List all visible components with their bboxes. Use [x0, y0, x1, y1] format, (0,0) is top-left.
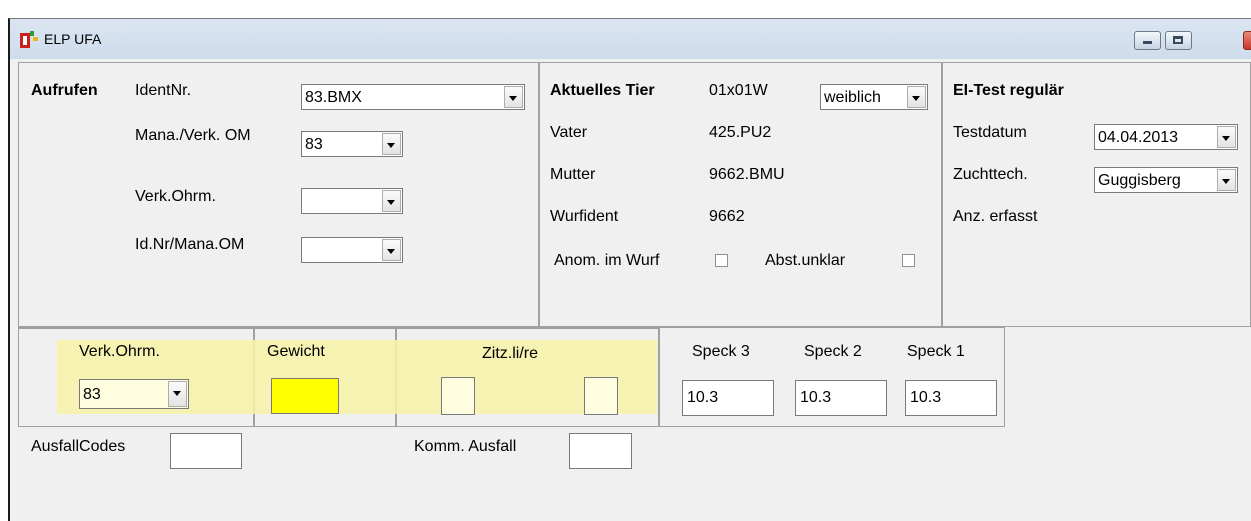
zucht-combo[interactable]: Guggisberg [1094, 167, 1238, 193]
chevron-down-icon[interactable] [168, 381, 187, 407]
close-button[interactable] [1243, 31, 1251, 50]
speck3-value: 10.3 [687, 389, 719, 406]
title-bar[interactable]: ELP UFA [10, 19, 1251, 59]
maximize-icon [1173, 36, 1183, 44]
vater-label: Vater [550, 124, 588, 141]
zucht-value: Guggisberg [1098, 172, 1181, 189]
mana-value: 83 [305, 136, 323, 153]
anz-label: Anz. erfasst [953, 208, 1038, 225]
speck2-input[interactable]: 10.3 [795, 380, 887, 416]
window-title: ELP UFA [44, 31, 102, 47]
ausfall-label: AusfallCodes [31, 438, 126, 455]
app-icon [20, 31, 38, 48]
verk-ohrm-measure-value: 83 [83, 386, 101, 403]
komm-ausfall-input[interactable] [569, 433, 632, 469]
mana-combo[interactable]: 83 [301, 131, 403, 157]
wurfident-value: 9662 [709, 208, 745, 225]
speck1-value: 10.3 [910, 389, 942, 406]
identnr-label: IdentNr. [135, 82, 192, 99]
verk-ohrm-measure-combo[interactable]: 83 [79, 379, 189, 409]
speck2-value: 10.3 [800, 389, 832, 406]
testdatum-value: 04.04.2013 [1098, 129, 1179, 146]
identnr-value: 83.BMX [305, 89, 362, 106]
chevron-down-icon[interactable] [382, 133, 401, 155]
sex-combo[interactable]: weiblich [820, 84, 928, 110]
anom-label: Anom. im Wurf [554, 252, 660, 269]
zitz-right-input[interactable] [584, 377, 618, 415]
speck2-label: Speck 2 [804, 343, 862, 360]
identnr-combo[interactable]: 83.BMX [301, 84, 525, 110]
verk-ohrm-measure-label: Verk.Ohrm. [79, 343, 160, 360]
minimize-icon [1143, 41, 1152, 44]
speck3-input[interactable]: 10.3 [682, 380, 774, 416]
tier-id: 01x01W [709, 82, 768, 99]
speck3-label: Speck 3 [692, 343, 750, 360]
zucht-label: Zuchttech. [953, 166, 1028, 183]
komm-ausfall-label: Komm. Ausfall [414, 438, 517, 455]
idnr-mana-combo[interactable] [301, 237, 403, 263]
verk-ohrm-combo[interactable] [301, 188, 403, 214]
idnr-mana-label: Id.Nr/Mana.OM [135, 236, 245, 253]
wurfident-label: Wurfident [550, 208, 619, 225]
mutter-label: Mutter [550, 166, 596, 183]
chevron-down-icon[interactable] [504, 86, 523, 108]
mana-label: Mana./Verk. OM [135, 127, 251, 144]
chevron-down-icon[interactable] [382, 239, 401, 261]
test-heading: EI-Test regulär [953, 82, 1064, 99]
gewicht-input[interactable] [271, 378, 339, 414]
animal-heading: Aktuelles Tier [550, 82, 655, 99]
mutter-value: 9662.BMU [709, 166, 785, 183]
ausfall-input[interactable] [170, 433, 242, 469]
chevron-down-icon[interactable] [382, 190, 401, 212]
maximize-button[interactable] [1165, 31, 1192, 50]
minimize-button[interactable] [1134, 31, 1161, 50]
verk-ohrm-label: Verk.Ohrm. [135, 188, 216, 205]
speck1-input[interactable]: 10.3 [905, 380, 997, 416]
test-panel [942, 62, 1251, 327]
chevron-down-icon[interactable] [907, 86, 926, 108]
call-heading: Aufrufen [31, 82, 98, 99]
zitz-left-input[interactable] [441, 377, 475, 415]
testdatum-label: Testdatum [953, 124, 1027, 141]
abst-checkbox[interactable] [902, 254, 915, 267]
chevron-down-icon[interactable] [1217, 169, 1236, 191]
testdatum-combo[interactable]: 04.04.2013 [1094, 124, 1238, 150]
sex-value: weiblich [824, 89, 881, 106]
gewicht-label: Gewicht [267, 343, 325, 360]
abst-label: Abst.unklar [765, 252, 846, 269]
anom-checkbox[interactable] [715, 254, 728, 267]
chevron-down-icon[interactable] [1217, 126, 1236, 148]
zitz-label: Zitz.li/re [482, 345, 538, 362]
vater-value: 425.PU2 [709, 124, 772, 141]
speck1-label: Speck 1 [907, 343, 965, 360]
